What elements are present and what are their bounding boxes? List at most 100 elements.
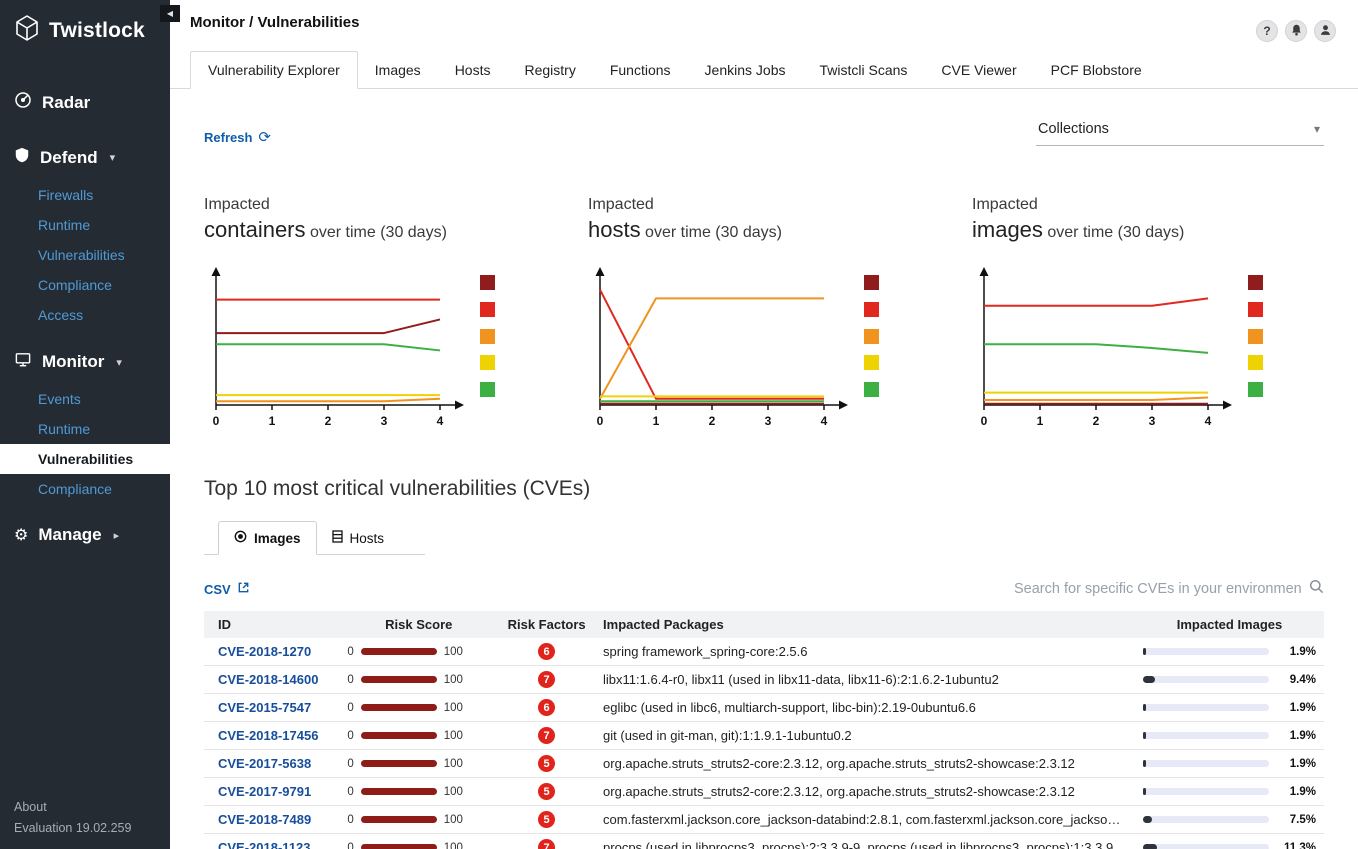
cve-id-link[interactable]: CVE-2018-14600 xyxy=(218,672,318,687)
impacted-containers-chart: Impacted containers over time (30 days) … xyxy=(204,196,534,433)
tab-jenkins-jobs[interactable]: Jenkins Jobs xyxy=(688,52,803,88)
user-avatar[interactable] xyxy=(1314,20,1336,42)
monitor-icon xyxy=(14,351,32,373)
cve-id-link[interactable]: CVE-2015-7547 xyxy=(218,700,311,715)
impacted-images-percent: 1.9% xyxy=(1290,730,1316,742)
cve-id-link[interactable]: CVE-2018-1123 xyxy=(218,840,311,849)
line-chart: 01234 xyxy=(204,265,470,433)
legend-swatch-high xyxy=(1248,302,1263,317)
export-icon xyxy=(237,581,250,597)
tab-hosts[interactable]: Hosts xyxy=(317,522,400,554)
csv-export-button[interactable]: CSV xyxy=(204,581,250,597)
sidebar-item-manage[interactable]: ⚙Manage▸ xyxy=(0,514,170,556)
svg-text:4: 4 xyxy=(821,414,828,428)
help-button[interactable]: ? xyxy=(1256,20,1278,42)
collections-dropdown[interactable]: Collections ▾ xyxy=(1036,117,1324,146)
sidebar-collapse-button[interactable]: ◀ xyxy=(160,5,180,22)
legend-swatch-low xyxy=(480,355,495,370)
chevron-down-icon: ▾ xyxy=(110,151,116,164)
chart-title-big: containers xyxy=(204,217,306,242)
tab-pcf-blobstore[interactable]: PCF Blobstore xyxy=(1034,52,1159,88)
search-input[interactable] xyxy=(1014,581,1301,597)
column-header-id[interactable]: ID xyxy=(204,611,339,638)
risk-score-min: 0 xyxy=(347,758,353,770)
tab-cve-viewer[interactable]: CVE Viewer xyxy=(924,52,1033,88)
sidebar-footer: About Evaluation 19.02.259 xyxy=(0,788,170,849)
legend-swatch-low xyxy=(1248,355,1263,370)
tab-functions[interactable]: Functions xyxy=(593,52,688,88)
tab-hosts[interactable]: Hosts xyxy=(438,52,508,88)
sidebar-subitem-defend-vulnerabilities[interactable]: Vulnerabilities xyxy=(0,240,170,270)
tab-twistcli-scans[interactable]: Twistcli Scans xyxy=(802,52,924,88)
app-title: Twistlock xyxy=(49,19,145,43)
cve-id-link[interactable]: CVE-2018-1270 xyxy=(218,644,311,659)
risk-factors-badge[interactable]: 7 xyxy=(538,727,555,744)
chart-title-suffix: over time (30 days) xyxy=(310,224,447,241)
tab-images[interactable]: Images xyxy=(358,52,438,88)
chevron-right-icon: ▸ xyxy=(114,529,120,542)
line-chart: 01234 xyxy=(972,265,1238,433)
risk-factors-badge[interactable]: 5 xyxy=(538,755,555,772)
legend-swatch-negligible xyxy=(1248,382,1263,397)
sidebar-subitem-monitor-runtime[interactable]: Runtime xyxy=(0,414,170,444)
sidebar-subitem-defend-access[interactable]: Access xyxy=(0,300,170,330)
version-label: Evaluation 19.02.259 xyxy=(14,821,156,835)
sidebar-subitem-monitor-compliance[interactable]: Compliance xyxy=(0,474,170,504)
impacted-packages-cell: org.apache.struts_struts2-core:2.3.12, o… xyxy=(595,750,1135,778)
risk-score-bar xyxy=(361,648,437,655)
risk-factors-badge[interactable]: 7 xyxy=(538,839,555,849)
sidebar-nav: RadarDefend▾FirewallsRuntimeVulnerabilit… xyxy=(0,80,170,556)
table-row: CVE-2018-748901005com.fasterxml.jackson.… xyxy=(204,806,1324,834)
cve-id-link[interactable]: CVE-2018-7489 xyxy=(218,812,311,827)
refresh-icon: ⟳ xyxy=(258,128,271,146)
chart-title-suffix: over time (30 days) xyxy=(645,224,782,241)
tab-hosts-label: Hosts xyxy=(350,531,385,546)
column-header-impacted-images[interactable]: Impacted Images xyxy=(1135,611,1324,638)
sidebar-item-defend[interactable]: Defend▾ xyxy=(0,135,170,180)
risk-factors-badge[interactable]: 6 xyxy=(538,699,555,716)
risk-factors-badge[interactable]: 6 xyxy=(538,643,555,660)
legend-swatch-medium xyxy=(864,329,879,344)
sidebar-item-radar[interactable]: Radar xyxy=(0,80,170,125)
tab-vulnerability-explorer[interactable]: Vulnerability Explorer xyxy=(190,51,358,89)
impacted-packages-cell: spring framework_spring-core:2.5.6 xyxy=(595,638,1135,666)
search-icon xyxy=(1309,579,1324,599)
cve-id-link[interactable]: CVE-2018-17456 xyxy=(218,728,318,743)
risk-factors-badge[interactable]: 7 xyxy=(538,671,555,688)
tab-registry[interactable]: Registry xyxy=(507,52,592,88)
svg-text:1: 1 xyxy=(653,414,660,428)
svg-text:4: 4 xyxy=(1205,414,1212,428)
cve-id-link[interactable]: CVE-2017-5638 xyxy=(218,756,311,771)
charts-row: Impacted containers over time (30 days) … xyxy=(204,196,1324,433)
chart-legend xyxy=(480,275,495,397)
table-row: CVE-2018-112301007procps (used in libpro… xyxy=(204,834,1324,849)
tab-images[interactable]: Images xyxy=(218,521,317,555)
risk-score-min: 0 xyxy=(347,814,353,826)
main-area: Monitor / Vulnerabilities ? Vulnerabilit… xyxy=(170,0,1358,849)
risk-factors-badge[interactable]: 5 xyxy=(538,783,555,800)
notifications-button[interactable] xyxy=(1285,20,1307,42)
csv-label: CSV xyxy=(204,582,231,597)
sidebar-subitem-monitor-events[interactable]: Events xyxy=(0,384,170,414)
chart-legend xyxy=(1248,275,1263,397)
column-header-impacted-packages[interactable]: Impacted Packages xyxy=(595,611,1135,638)
sidebar-subitem-defend-firewalls[interactable]: Firewalls xyxy=(0,180,170,210)
impacted-images-bar xyxy=(1143,648,1269,655)
sidebar-subitem-defend-runtime[interactable]: Runtime xyxy=(0,210,170,240)
twistlock-logo-icon xyxy=(14,15,40,46)
column-header-risk-score[interactable]: Risk Score xyxy=(339,611,498,638)
risk-factors-badge[interactable]: 5 xyxy=(538,811,555,828)
column-header-risk-factors[interactable]: Risk Factors xyxy=(498,611,595,638)
sidebar-item-monitor[interactable]: Monitor▾ xyxy=(0,340,170,384)
sidebar-subitem-defend-compliance[interactable]: Compliance xyxy=(0,270,170,300)
svg-text:4: 4 xyxy=(437,414,444,428)
impacted-images-percent: 7.5% xyxy=(1290,814,1316,826)
impacted-hosts-chart: Impacted hosts over time (30 days) 01234 xyxy=(588,196,918,433)
about-link[interactable]: About xyxy=(14,800,156,814)
cve-id-link[interactable]: CVE-2017-9791 xyxy=(218,784,311,799)
sidebar-subitem-monitor-vulnerabilities[interactable]: Vulnerabilities xyxy=(0,444,170,474)
chart-title-prefix: Impacted xyxy=(204,196,534,214)
impacted-images-bar xyxy=(1143,844,1269,849)
topbar-icons: ? xyxy=(1256,20,1336,42)
refresh-button[interactable]: Refresh ⟳ xyxy=(204,128,271,146)
